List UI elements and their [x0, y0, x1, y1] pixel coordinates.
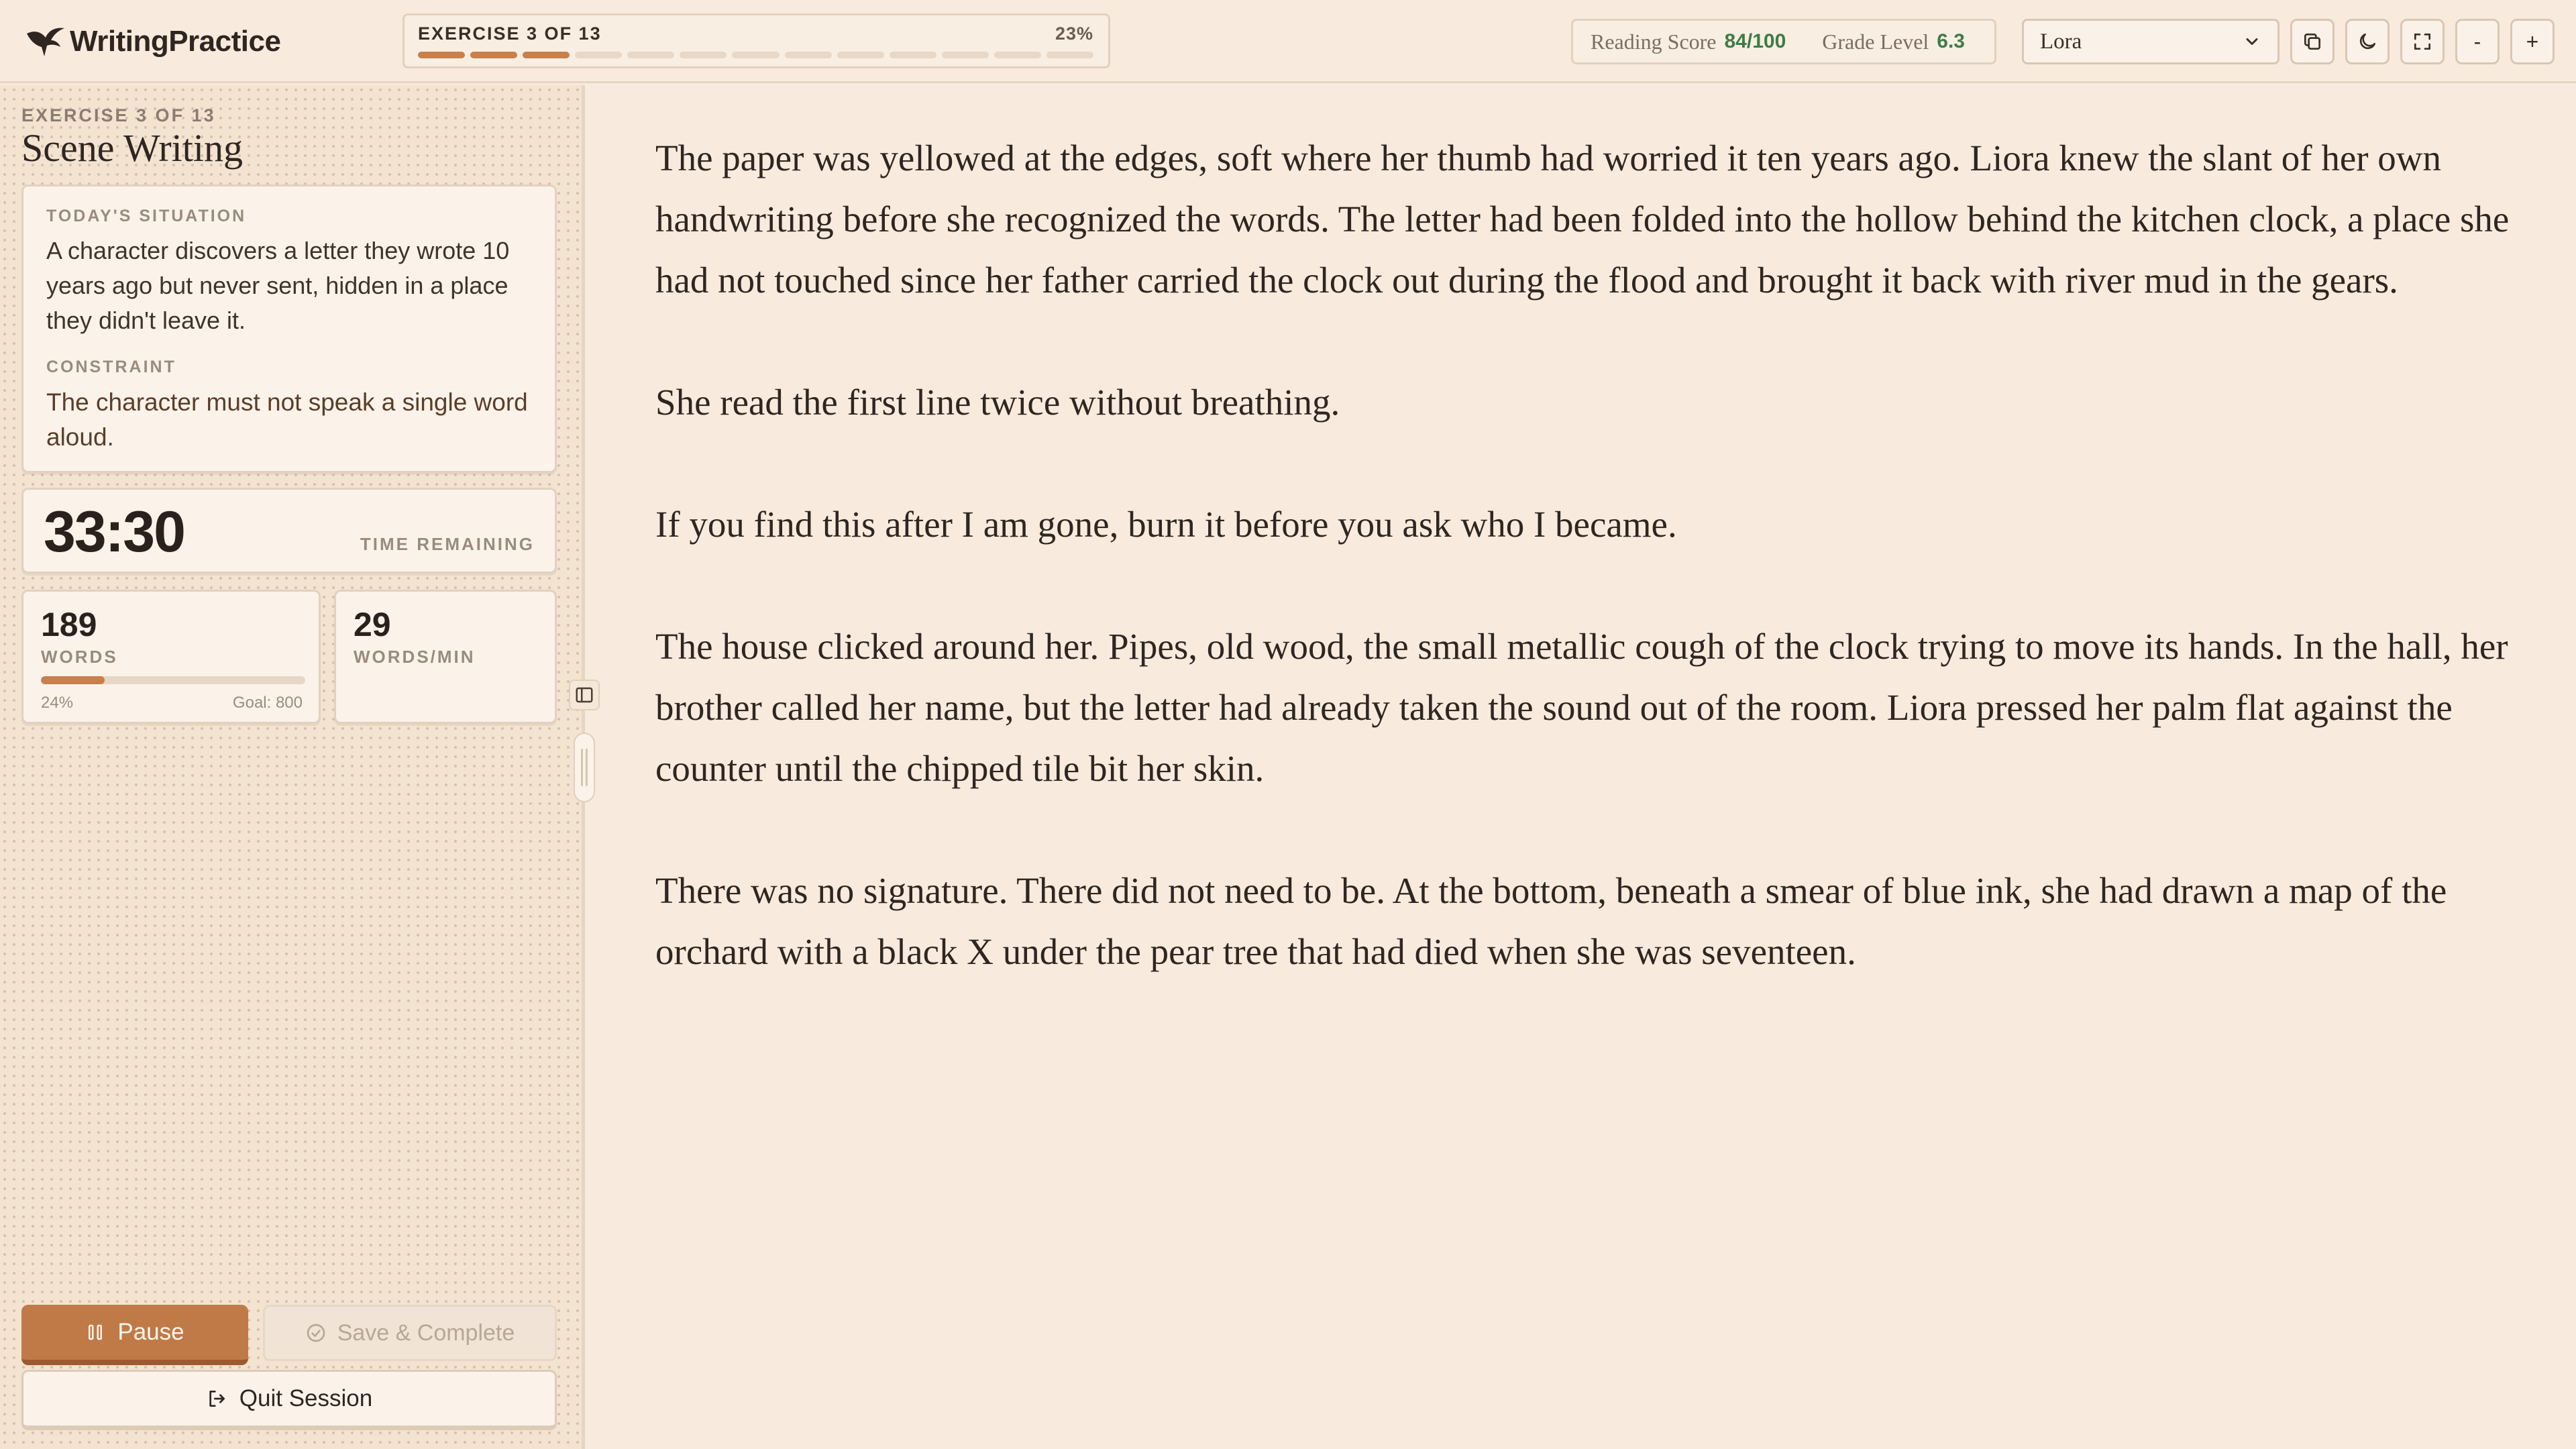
- exit-icon: [209, 1391, 225, 1407]
- pause-label: Pause: [117, 1319, 184, 1345]
- font-select-value: Lora: [2040, 29, 2082, 54]
- progress-segment: [470, 52, 518, 58]
- app-name: WritingPractice: [70, 25, 281, 58]
- timer-label: TIME REMAINING: [360, 534, 535, 554]
- zoom-out-button[interactable]: -: [2455, 19, 2500, 64]
- progress-segments: [418, 52, 1094, 58]
- timer-value: 33:30: [44, 500, 186, 564]
- resize-handle[interactable]: [574, 733, 595, 802]
- readability-scores: Reading Score 84/100 Grade Level 6.3: [1571, 19, 1996, 64]
- situation-card: TODAY'S SITUATION A character discovers …: [21, 184, 557, 473]
- exercise-progress: EXERCISE 3 OF 13 23%: [402, 13, 1110, 68]
- situation-caption: TODAY'S SITUATION: [46, 207, 247, 225]
- word-goal-progress: [41, 676, 305, 684]
- zoom-in-button[interactable]: +: [2510, 19, 2555, 64]
- fullscreen-button[interactable]: [2400, 19, 2445, 64]
- wpm-label: WORDS/MIN: [354, 647, 476, 667]
- editor-paragraph[interactable]: The paper was yellowed at the edges, sof…: [655, 127, 2520, 311]
- check-circle-icon: [307, 1324, 325, 1342]
- pause-icon: [89, 1324, 103, 1340]
- dark-mode-button[interactable]: [2345, 19, 2390, 64]
- reading-score-label: Reading Score: [1591, 29, 1717, 54]
- save-complete-label: Save & Complete: [337, 1320, 515, 1346]
- word-count-value: 189: [41, 606, 97, 643]
- app-logo[interactable]: WritingPractice: [24, 19, 281, 64]
- timer-card: 33:30 TIME REMAINING: [21, 488, 557, 574]
- word-count-card: 189 WORDS 24% Goal: 800: [21, 590, 321, 724]
- wpm-card: 29 WORDS/MIN: [334, 590, 557, 724]
- progress-segment: [837, 52, 884, 58]
- progress-segment: [418, 52, 466, 58]
- font-select[interactable]: Lora: [2022, 19, 2279, 64]
- progress-segment: [627, 52, 675, 58]
- progress-segment: [1046, 52, 1094, 58]
- situation-text: A character discovers a letter they wrot…: [46, 237, 510, 334]
- word-count-label: WORDS: [41, 647, 118, 667]
- quit-session-label: Quit Session: [239, 1385, 373, 1411]
- constraint-text: The character must not speak a single wo…: [46, 388, 528, 451]
- word-goal-progress-fill: [41, 676, 105, 684]
- quit-session-button[interactable]: Quit Session: [21, 1370, 557, 1430]
- progress-segment: [523, 52, 570, 58]
- reading-score-value: 84/100: [1724, 30, 1786, 52]
- sidebar: EXERCISE 3 OF 13 Scene Writing TODAY'S S…: [0, 85, 585, 1449]
- writing-editor[interactable]: The paper was yellowed at the edges, sof…: [655, 127, 2520, 1043]
- editor-paragraph[interactable]: There was no signature. There did not ne…: [655, 860, 2520, 982]
- fullscreen-icon: [2414, 34, 2430, 50]
- top-bar: WritingPractice EXERCISE 3 OF 13 23% Rea…: [0, 0, 2576, 83]
- save-complete-button[interactable]: Save & Complete: [263, 1305, 557, 1361]
- editor-paragraph[interactable]: She read the first line twice without br…: [655, 372, 2520, 433]
- word-goal-target: Goal: 800: [232, 694, 303, 712]
- grade-level-value: 6.3: [1937, 30, 1965, 52]
- exercise-label: EXERCISE 3 OF 13: [21, 105, 216, 125]
- progress-percent: 23%: [1055, 23, 1093, 44]
- progress-segment: [994, 52, 1041, 58]
- progress-segment: [680, 52, 727, 58]
- progress-label: EXERCISE 3 OF 13: [418, 23, 602, 44]
- sidebar-toggle-icon: [576, 687, 593, 703]
- editor-paragraph[interactable]: The house clicked around her. Pipes, old…: [655, 616, 2520, 799]
- wpm-value: 29: [354, 606, 391, 643]
- copy-icon: [2304, 34, 2320, 50]
- pause-button[interactable]: Pause: [21, 1305, 248, 1365]
- progress-segment: [784, 52, 832, 58]
- bird-logo-icon: [27, 28, 64, 56]
- copy-button[interactable]: [2290, 19, 2334, 64]
- editor-paragraph[interactable]: If you find this after I am gone, burn i…: [655, 494, 2520, 555]
- progress-segment: [575, 52, 623, 58]
- chevron-down-icon: [2246, 38, 2258, 45]
- progress-segment: [889, 52, 936, 58]
- constraint-caption: CONSTRAINT: [46, 358, 176, 376]
- progress-segment: [941, 52, 989, 58]
- grade-level-label: Grade Level: [1822, 29, 1929, 54]
- word-goal-percent: 24%: [41, 694, 74, 712]
- collapse-sidebar-button[interactable]: [569, 680, 600, 710]
- exercise-title: Scene Writing: [21, 126, 244, 170]
- moon-icon: [2359, 34, 2375, 50]
- progress-segment: [732, 52, 780, 58]
